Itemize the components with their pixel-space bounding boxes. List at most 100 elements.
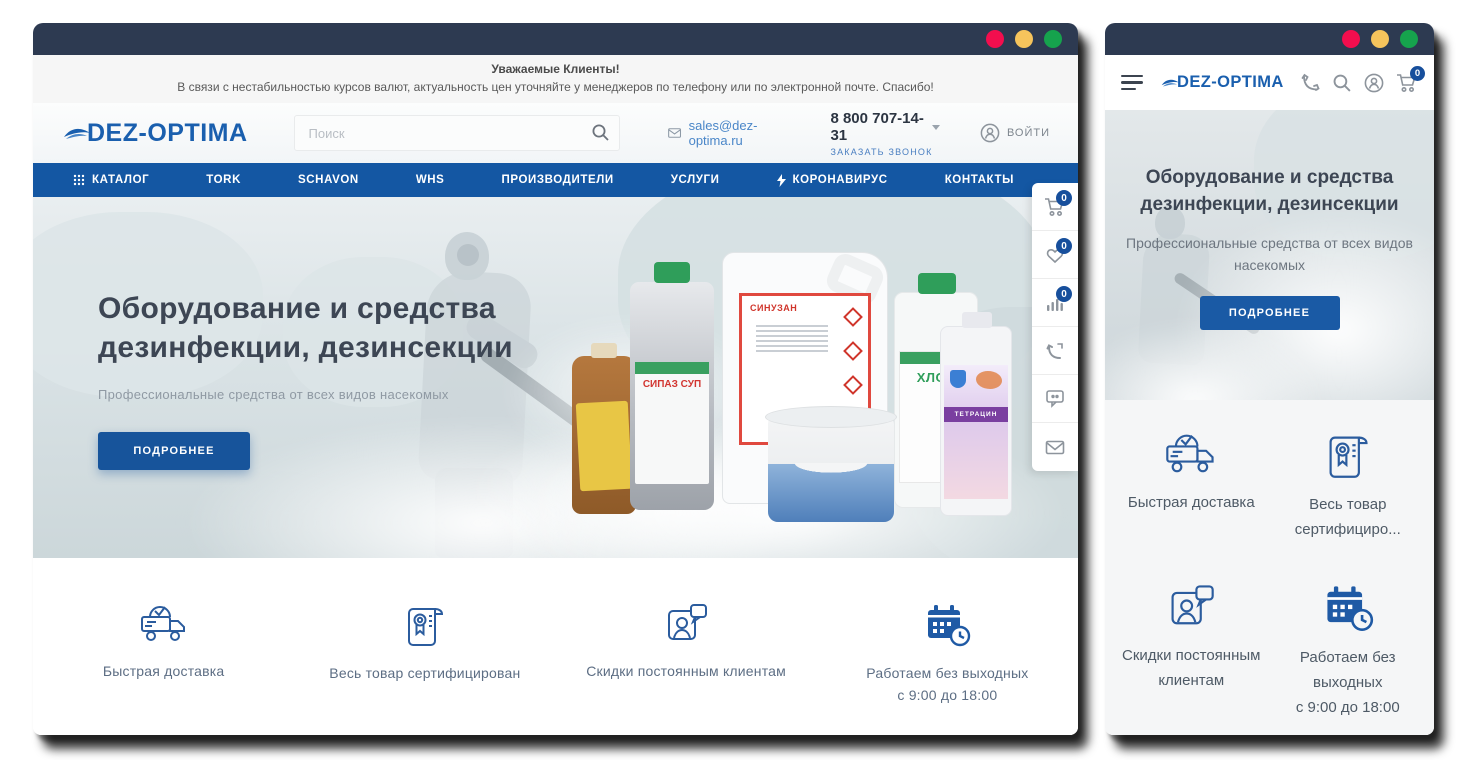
feature-discounts: Скидки постоянным клиентам — [556, 602, 817, 735]
mobile-header: DEZ-OPTIMA 0 — [1105, 55, 1434, 110]
callback-link[interactable]: ЗАКАЗАТЬ ЗВОНОК — [830, 147, 940, 157]
calendar-clock-icon — [923, 602, 971, 648]
floating-action-panel: 0 0 0 — [1032, 183, 1078, 471]
main-nav: КАТАЛОГ TORK SCHAVON WHS ПРОИЗВОДИТЕЛИ У… — [33, 163, 1078, 197]
nav-item-coronavirus[interactable]: КОРОНАВИРУС — [777, 174, 888, 187]
window-controls — [1342, 30, 1418, 48]
feature-working-hours: Работаем без выходныхс 9:00 до 18:00 — [1270, 583, 1427, 735]
nav-item-schavon[interactable]: SCHAVON — [298, 174, 359, 186]
product-bottle-brown — [572, 356, 636, 514]
compare-button[interactable]: 0 — [1032, 279, 1078, 327]
chat-icon — [1045, 389, 1065, 408]
calendar-clock-icon — [1322, 583, 1374, 633]
features-strip: Быстрая доставка Весь товар сертифициров… — [33, 558, 1078, 735]
feature-working-hours: Работаем без выходныхс 9:00 до 18:00 — [817, 602, 1078, 735]
hero-more-button[interactable]: ПОДРОБНЕЕ — [98, 432, 250, 470]
feature-fast-delivery: Быстрая доставка — [1113, 430, 1270, 557]
feature-discounts: Скидки постоянным клиентам — [1113, 583, 1270, 735]
mobile-window: DEZ-OPTIMA 0 — [1105, 23, 1434, 735]
nav-item-tork[interactable]: TORK — [206, 174, 241, 186]
login-button[interactable]: ВОЙТИ — [980, 123, 1050, 143]
compare-count-badge: 0 — [1056, 286, 1072, 302]
desktop-window: Уважаемые Клиенты! В связи с нестабильно… — [33, 23, 1078, 735]
hamburger-menu-icon[interactable] — [1121, 75, 1143, 91]
person-chat-icon — [1165, 583, 1217, 631]
search-input[interactable] — [294, 115, 621, 151]
minimize-window-button[interactable] — [1371, 30, 1389, 48]
email-link[interactable]: sales@dez-optima.ru — [668, 118, 796, 148]
hero-subtitle: Профессиональные средства от всех видов … — [1123, 232, 1416, 276]
cart-count-badge: 0 — [1056, 190, 1072, 206]
wishlist-count-badge: 0 — [1056, 238, 1072, 254]
feature-certified: Весь товар сертифициро... — [1270, 430, 1427, 557]
mobile-hero-content: Оборудование и средства дезинфекции, дез… — [1105, 110, 1434, 330]
notice-bar: Уважаемые Клиенты! В связи с нестабильно… — [33, 55, 1078, 103]
minimize-window-button[interactable] — [1015, 30, 1033, 48]
site-header: DEZ-OPTIMA sales@dez-optima.ru 8 — [33, 103, 1078, 163]
maximize-window-button[interactable] — [1044, 30, 1062, 48]
chat-button[interactable] — [1032, 375, 1078, 423]
phone-icon[interactable] — [1300, 73, 1320, 93]
phone-block: 8 800 707-14-31 ЗАКАЗАТЬ ЗВОНОК — [830, 110, 940, 157]
callback-button[interactable] — [1032, 327, 1078, 375]
nav-item-contacts[interactable]: КОНТАКТЫ — [945, 174, 1014, 186]
mobile-logo[interactable]: DEZ-OPTIMA — [1161, 73, 1290, 92]
envelope-icon — [668, 127, 681, 139]
logo-text: DEZ-OPTIMA — [1177, 73, 1284, 92]
hero-subtitle: Профессиональные средства от всех видов … — [98, 387, 513, 402]
mobile-header-icons: 0 — [1300, 73, 1418, 93]
product-tub — [768, 414, 894, 522]
mail-button[interactable] — [1032, 423, 1078, 471]
showcase-canvas: Уважаемые Клиенты! В связи с нестабильно… — [0, 0, 1467, 760]
close-window-button[interactable] — [986, 30, 1004, 48]
maximize-window-button[interactable] — [1400, 30, 1418, 48]
hero-photo-products: СИПАЗ СУП СИНУЗАН ХЛОР — [572, 230, 1012, 522]
search-icon[interactable] — [1332, 73, 1352, 93]
nav-item-services[interactable]: УСЛУГИ — [671, 174, 720, 186]
search-box — [294, 115, 621, 151]
hero-content: Оборудование и средства дезинфекции, дез… — [98, 289, 513, 470]
site-logo[interactable]: DEZ-OPTIMA — [63, 119, 248, 148]
email-text: sales@dez-optima.ru — [689, 118, 797, 148]
phone-callback-icon — [1045, 341, 1065, 361]
nav-item-catalog[interactable]: КАТАЛОГ — [73, 174, 149, 186]
cart-count-badge: 0 — [1410, 66, 1425, 81]
chevron-down-icon — [932, 125, 940, 130]
certificate-icon — [1323, 430, 1373, 480]
lightning-icon — [777, 174, 786, 187]
cart-icon[interactable]: 0 — [1396, 73, 1418, 93]
mobile-hero-banner: Оборудование и средства дезинфекции, дез… — [1105, 110, 1434, 400]
delivery-truck-icon — [1163, 430, 1219, 478]
login-label: ВОЙТИ — [1007, 127, 1050, 139]
product-bottle-tetracin: ТЕТРАЦИН — [940, 326, 1012, 516]
mobile-features-grid: Быстрая доставка Весь товар сертифициро.… — [1105, 400, 1434, 735]
delivery-truck-icon — [138, 602, 190, 646]
notice-text: В связи с нестабильностью курсов валют, … — [33, 80, 1078, 94]
cart-button[interactable]: 0 — [1032, 183, 1078, 231]
hero-title: Оборудование и средства дезинфекции, дез… — [1105, 164, 1434, 218]
account-icon[interactable] — [1364, 73, 1384, 93]
hero-more-button[interactable]: ПОДРОБНЕЕ — [1200, 296, 1340, 330]
phone-number[interactable]: 8 800 707-14-31 — [830, 110, 940, 144]
nav-item-manufacturers[interactable]: ПРОИЗВОДИТЕЛИ — [501, 174, 613, 186]
feature-fast-delivery: Быстрая доставка — [33, 602, 294, 735]
search-icon[interactable] — [591, 123, 610, 142]
close-window-button[interactable] — [1342, 30, 1360, 48]
grid-icon — [73, 174, 85, 186]
mobile-page: DEZ-OPTIMA 0 — [1105, 55, 1434, 735]
desktop-titlebar — [33, 23, 1078, 55]
certificate-icon — [402, 602, 448, 648]
desktop-page: Уважаемые Клиенты! В связи с нестабильно… — [33, 55, 1078, 735]
hero-banner: СИПАЗ СУП СИНУЗАН ХЛОР — [33, 197, 1078, 558]
notice-title: Уважаемые Клиенты! — [33, 62, 1078, 76]
mail-icon — [1045, 440, 1065, 455]
logo-text: DEZ-OPTIMA — [87, 119, 248, 148]
person-circle-icon — [980, 123, 1000, 143]
wishlist-button[interactable]: 0 — [1032, 231, 1078, 279]
feature-certified: Весь товар сертифицирован — [294, 602, 555, 735]
hero-title: Оборудование и средства дезинфекции, дез… — [98, 289, 513, 367]
window-controls — [986, 30, 1062, 48]
header-contacts: sales@dez-optima.ru 8 800 707-14-31 ЗАКА… — [668, 110, 939, 157]
nav-item-whs[interactable]: WHS — [416, 174, 445, 186]
person-chat-icon — [662, 602, 710, 646]
